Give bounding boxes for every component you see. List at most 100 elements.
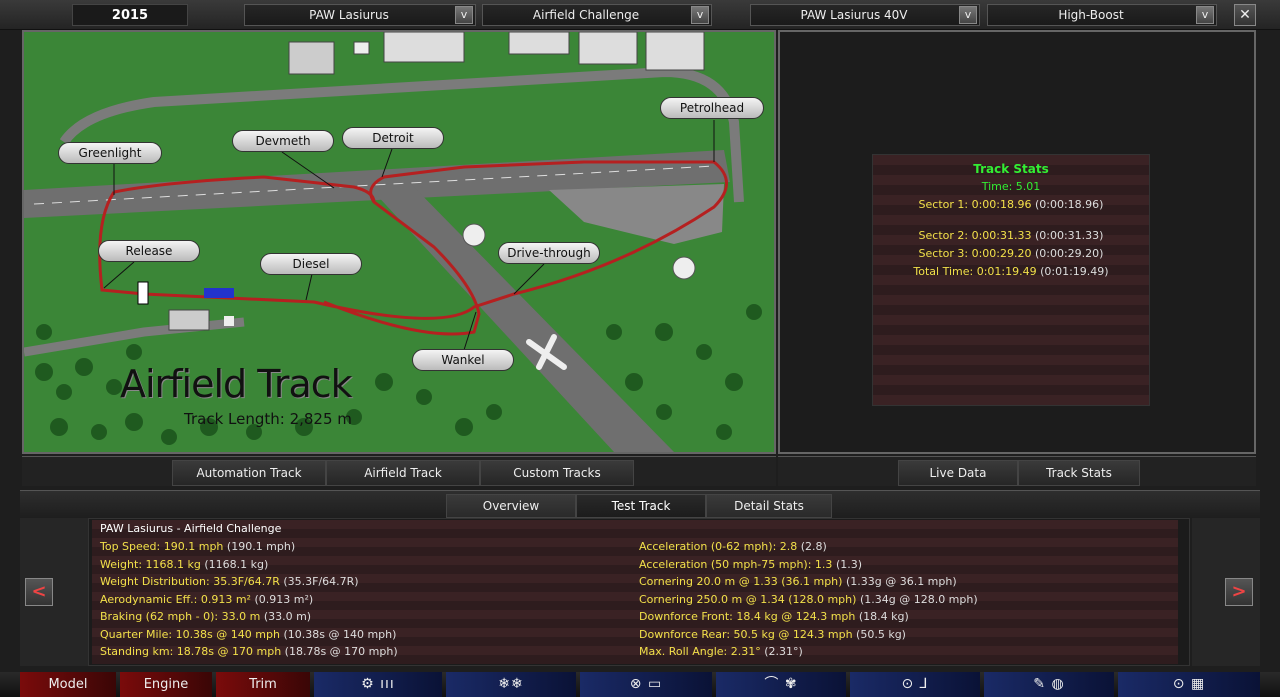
- tab-custom-tracks[interactable]: Custom Tracks: [480, 460, 634, 486]
- stat-ref: (35.3F/64.7R): [283, 575, 359, 588]
- stat-ref: (2.8): [800, 540, 827, 553]
- nav-model[interactable]: Model: [20, 672, 116, 697]
- stat-value: Aerodynamic Eff.: 0.913 m²: [100, 593, 251, 606]
- event-dropdown-label: Airfield Challenge: [532, 8, 640, 22]
- stat-value: Quarter Mile: 10.38s @ 140 mph: [100, 628, 280, 641]
- stat-value: Downforce Front: 18.4 kg @ 124.3 mph: [639, 610, 856, 623]
- next-arrow-button[interactable]: >: [1225, 578, 1253, 606]
- chevron-down-icon[interactable]: v: [959, 6, 977, 24]
- info-title: PAW Lasiurus - Airfield Challenge: [100, 522, 282, 535]
- sector-1-ref: (0:00:18.96): [1034, 198, 1104, 211]
- stat-ref: (1.3): [835, 558, 863, 571]
- trim-dropdown-label: PAW Lasiurus 40V: [800, 8, 908, 22]
- chevron-down-icon[interactable]: v: [691, 6, 709, 24]
- timer-icon: [462, 223, 486, 247]
- sector-1-row: Sector 1: 0:00:18.96 (0:00:18.96): [873, 198, 1149, 211]
- nav-brakes-icon[interactable]: ⊗ ▭: [580, 672, 712, 697]
- stat-value: Max. Roll Angle: 2.31°: [639, 645, 761, 658]
- sector-2-ref: (0:00:31.33): [1034, 229, 1104, 242]
- tab-live-data[interactable]: Live Data: [898, 460, 1018, 486]
- track-stats-title: Track Stats: [973, 162, 1049, 176]
- sector-1-value: Sector 1: 0:00:18.96: [918, 198, 1032, 211]
- bottom-nav: Model Engine Trim ⚙ ııı ❄❄ ⊗ ▭ ⌒ ✾ ⊙ ⅃ ✎…: [0, 672, 1280, 697]
- sector-3-value: Sector 3: 0:00:29.20: [918, 247, 1032, 260]
- stat-ref: (1.34g @ 128.0 mph): [859, 593, 978, 606]
- track-stats-box: Track Stats Time: 5.01 Sector 1: 0:00:18…: [872, 154, 1150, 406]
- engine-dropdown[interactable]: High-Boost v: [987, 4, 1217, 26]
- stat-value: Weight: 1168.1 kg: [100, 558, 201, 571]
- track-map: Greenlight Devmeth Detroit Petrolhead Re…: [22, 30, 776, 454]
- model-dropdown-label: PAW Lasiurus: [309, 8, 389, 22]
- corner-label-diesel: Diesel: [260, 253, 362, 275]
- stat-value: Cornering 20.0 m @ 1.33 (36.1 mph): [639, 575, 843, 588]
- event-dropdown[interactable]: Airfield Challenge v: [482, 4, 712, 26]
- stat-aero-eff: Aerodynamic Eff.: 0.913 m² (0.913 m²): [100, 593, 313, 606]
- corner-label-devmeth: Devmeth: [232, 130, 334, 152]
- checkered-flag-icon: ⊙ ▦: [1172, 676, 1206, 692]
- tab-test-track[interactable]: Test Track: [576, 494, 706, 518]
- year-display[interactable]: 2015: [72, 4, 188, 26]
- stat-value: Weight Distribution: 35.3F/64.7R: [100, 575, 280, 588]
- stats-tab-row: Live Data Track Stats: [778, 456, 1256, 486]
- stat-weight: Weight: 1168.1 kg (1168.1 kg): [100, 558, 268, 571]
- stat-value: Downforce Rear: 50.5 kg @ 124.3 mph: [639, 628, 853, 641]
- stat-value: Braking (62 mph - 0): 33.0 m: [100, 610, 261, 623]
- stat-cornering-250: Cornering 250.0 m @ 1.34 (128.0 mph) (1.…: [639, 593, 978, 606]
- nav-drivetrain-icon[interactable]: ⚙ ııı: [314, 672, 442, 697]
- total-time-value: Total Time: 0:01:19.49: [913, 265, 1037, 278]
- chevron-down-icon[interactable]: v: [1196, 6, 1214, 24]
- sector-3-ref: (0:00:29.20): [1034, 247, 1104, 260]
- nav-wheels-icon[interactable]: ❄❄: [446, 672, 576, 697]
- tab-overview[interactable]: Overview: [446, 494, 576, 518]
- trim-dropdown[interactable]: PAW Lasiurus 40V v: [750, 4, 980, 26]
- wheels-icon: ❄❄: [498, 676, 524, 692]
- stat-value: Acceleration (0-62 mph): 2.8: [639, 540, 798, 553]
- tab-automation-track[interactable]: Automation Track: [172, 460, 326, 486]
- stat-ref: (1.33g @ 36.1 mph): [845, 575, 957, 588]
- tab-track-stats[interactable]: Track Stats: [1018, 460, 1140, 486]
- corner-label-petrolhead: Petrolhead: [660, 97, 764, 119]
- corner-label-detroit: Detroit: [342, 127, 444, 149]
- nav-trim[interactable]: Trim: [216, 672, 310, 697]
- stat-ref: (10.38s @ 140 mph): [283, 628, 397, 641]
- corner-label-drive-through: Drive-through: [498, 242, 600, 264]
- nav-interior-icon[interactable]: ⊙ ⅃: [850, 672, 980, 697]
- prev-arrow-button[interactable]: <: [25, 578, 53, 606]
- stat-value: Top Speed: 190.1 mph: [100, 540, 224, 553]
- stat-ref: (50.5 kg): [856, 628, 906, 641]
- nav-body-icon[interactable]: ⌒ ✾: [716, 672, 846, 697]
- stat-accel-50-75: Acceleration (50 mph-75 mph): 1.3 (1.3): [639, 558, 862, 571]
- sector-3-row: Sector 3: 0:00:29.20 (0:00:29.20): [873, 247, 1149, 260]
- stat-top-speed: Top Speed: 190.1 mph (190.1 mph): [100, 540, 295, 553]
- stat-braking: Braking (62 mph - 0): 33.0 m (33.0 m): [100, 610, 311, 623]
- stat-value: Cornering 250.0 m @ 1.34 (128.0 mph): [639, 593, 857, 606]
- corner-label-wankel: Wankel: [412, 349, 514, 371]
- close-icon[interactable]: ✕: [1234, 4, 1256, 26]
- body-icon: ⌒ ✾: [764, 676, 798, 692]
- stat-ref: (190.1 mph): [226, 540, 296, 553]
- stat-ref: (1168.1 kg): [204, 558, 269, 571]
- stat-quarter-mile: Quarter Mile: 10.38s @ 140 mph (10.38s @…: [100, 628, 396, 641]
- chevron-down-icon[interactable]: v: [455, 6, 473, 24]
- total-time-ref: (0:01:19.49): [1040, 265, 1109, 278]
- brakes-icon: ⊗ ▭: [629, 676, 663, 692]
- top-bar: 2015 PAW Lasiurus v Airfield Challenge v…: [0, 0, 1280, 30]
- sector-2-row: Sector 2: 0:00:31.33 (0:00:31.33): [873, 229, 1149, 242]
- engine-dropdown-label: High-Boost: [1058, 8, 1124, 22]
- nav-test-icon[interactable]: ⊙ ▦: [1118, 672, 1260, 697]
- sector-2-value: Sector 2: 0:00:31.33: [918, 229, 1032, 242]
- interior-icon: ⊙ ⅃: [901, 676, 929, 692]
- tab-detail-stats[interactable]: Detail Stats: [706, 494, 832, 518]
- track-tab-row: Automation Track Airfield Track Custom T…: [22, 456, 776, 486]
- corner-label-greenlight: Greenlight: [58, 142, 162, 164]
- car-marker: [204, 288, 234, 298]
- overview-tab-bar: Overview Test Track Detail Stats: [20, 490, 1260, 518]
- nav-engine[interactable]: Engine: [120, 672, 212, 697]
- stat-ref: (18.78s @ 170 mph): [284, 645, 398, 658]
- stat-ref: (33.0 m): [263, 610, 312, 623]
- tab-airfield-track[interactable]: Airfield Track: [326, 460, 480, 486]
- corner-label-release: Release: [98, 240, 200, 262]
- model-dropdown[interactable]: PAW Lasiurus v: [244, 4, 476, 26]
- nav-suspension-icon[interactable]: ✎ ◍: [984, 672, 1114, 697]
- suspension-icon: ✎ ◍: [1033, 676, 1065, 692]
